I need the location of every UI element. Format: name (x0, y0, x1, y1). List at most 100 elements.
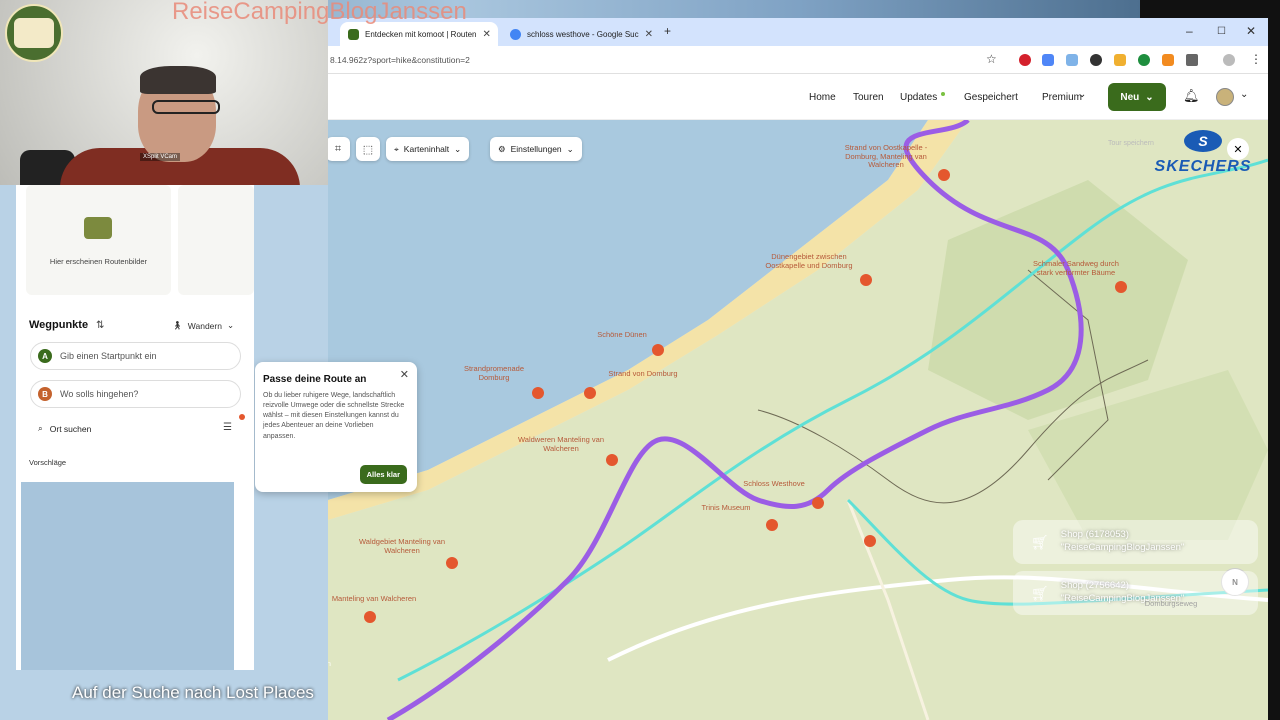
puzzle-extensions-icon[interactable] (1186, 54, 1198, 66)
search-icon: ⌕ (38, 423, 43, 433)
poi-label[interactable]: Schöne Dünen (590, 330, 654, 340)
minimize-button[interactable]: – (1186, 24, 1193, 38)
person-glasses (152, 100, 220, 114)
poi-label[interactable]: Dünengebiet zwischen Oostkapelle und Dom… (756, 252, 862, 270)
green-extension-icon[interactable] (1138, 54, 1150, 66)
avatar-chevron-down-icon[interactable]: ⌄ (1240, 89, 1248, 100)
url-text[interactable]: 8.14.962z?sport=hike&constitution=2 (330, 55, 470, 65)
end-point-placeholder: Wo solls hingehen? (60, 389, 139, 399)
poi-label[interactable]: Strandpromenade Domburg (456, 364, 532, 382)
tab-title: schloss westhove - Google Suc (527, 29, 639, 39)
map-content-button[interactable]: ⌖ Karteninhalt ⌄ (386, 137, 470, 161)
filter-sliders-icon[interactable]: ☰ (223, 422, 232, 433)
poi-marker (532, 387, 544, 399)
waypoint-b-badge: B (38, 387, 52, 401)
updates-dot-icon (941, 92, 945, 96)
shop-channel: "ReiseCampingBlogJanssen" (1060, 593, 1185, 604)
bell-icon[interactable]: 🔔︎ (1183, 88, 1200, 104)
map-settings-label: Einstellungen (510, 144, 562, 154)
maximize-button[interactable]: ☐ (1217, 26, 1226, 37)
reorder-arrows-icon[interactable]: ⇅ (96, 320, 104, 331)
chevron-down-icon: ⌄ (566, 143, 574, 154)
poi-label[interactable]: Strand von Oostkapelle - Domburg, Mantel… (836, 143, 936, 170)
new-button-label: Neu (1120, 91, 1140, 103)
route-images-placeholder-2 (178, 185, 254, 295)
shop-text: Shop (2756642) "ReiseCampingBlogJanssen" (1061, 580, 1184, 606)
hiker-icon: 🚶︎ (172, 320, 183, 330)
poi-label[interactable]: Schloss Westhove (732, 479, 816, 489)
route-images-placeholder: Hier erscheinen Routenbilder (26, 185, 171, 295)
search-place-label: Ort suchen (49, 423, 92, 434)
browser-menu-icon[interactable]: ⋮ (1250, 52, 1262, 66)
sport-label: Wandern (187, 320, 222, 331)
tab-close-icon[interactable]: ✕ (645, 29, 652, 40)
camper-van-icon (14, 18, 54, 48)
map-content-label: Karteninhalt (403, 144, 450, 154)
new-tab-button[interactable]: + (664, 24, 671, 38)
select-area-icon[interactable]: ⬚ (356, 137, 380, 161)
route-images-caption: Hier erscheinen Routenbilder (49, 257, 148, 266)
map-settings-button[interactable]: ⚙ Einstellungen ⌄ (490, 137, 582, 161)
search-place-button[interactable]: ⌕ Ort suchen (38, 423, 91, 434)
crop-icon[interactable]: ⌗ (328, 137, 350, 161)
nav-gespeichert[interactable]: Gespeichert (964, 92, 1018, 103)
video-subtitle: Auf der Suche nach Lost Places (72, 683, 314, 702)
nav-home[interactable]: Home (809, 92, 836, 103)
poi-marker (446, 557, 458, 569)
close-popup-icon[interactable]: ✕ (400, 368, 409, 381)
image-placeholder-icon (84, 217, 112, 239)
gear-icon: ⚙ (498, 143, 506, 154)
nav-premium[interactable]: Premium (1042, 92, 1082, 103)
profile-avatar-icon[interactable] (1223, 54, 1235, 66)
poi-marker (652, 344, 664, 356)
poi-label[interactable]: Manteling van Walcheren (328, 594, 422, 604)
nav-touren[interactable]: Touren (853, 92, 884, 103)
waypoints-title: Wegpunkte (29, 319, 89, 331)
poi-marker (938, 169, 950, 181)
poi-label[interactable]: Schmaler Sandweg durch stark verformter … (1026, 259, 1126, 277)
map-view[interactable]: ⌗ ⬚ ⌖ Karteninhalt ⌄ ⚙ Einstellungen ⌄ T… (328, 120, 1268, 720)
poi-marker (864, 535, 876, 547)
channel-logo (5, 4, 63, 62)
premium-chevron-down-icon: ⌄ (1078, 89, 1087, 100)
person-hair (140, 66, 216, 94)
poi-marker (1115, 281, 1127, 293)
poi-label[interactable]: Waldweren Manteling van Walcheren (516, 435, 606, 453)
channel-name-overlay: ReiseCampingBlogJanssen (172, 0, 467, 25)
translate-extension-icon[interactable] (1042, 54, 1054, 66)
sport-selector[interactable]: 🚶︎ Wandern ⌄ (172, 320, 234, 331)
google-favicon-icon (510, 28, 521, 40)
sync-extension-icon[interactable] (1090, 54, 1102, 66)
shop-text: Shop (6178053) "ReiseCampingBlogJanssen" (1061, 529, 1184, 555)
user-avatar[interactable] (1216, 88, 1234, 106)
opera-extension-icon[interactable] (1019, 54, 1031, 66)
poi-label[interactable]: Trinis Museum (686, 503, 766, 513)
address-bar[interactable]: 8.14.962z?sport=hike&constitution=2 ☆ ⋮ (328, 46, 1268, 74)
poi-marker (584, 387, 596, 399)
new-button[interactable]: Neu ⌄ (1108, 83, 1166, 111)
poi-marker (364, 611, 376, 623)
poi-marker (860, 274, 872, 286)
tab-google[interactable]: schloss westhove - Google Suc ✕ (502, 22, 652, 46)
start-point-field[interactable]: A Gib einen Startpunkt ein (30, 342, 241, 370)
chevron-down-icon: ⌄ (226, 320, 235, 330)
orange-extension-icon[interactable] (1162, 54, 1174, 66)
poi-label[interactable]: Strand von Domburg (600, 369, 686, 379)
end-point-field[interactable]: B Wo solls hingehen? (30, 380, 241, 408)
nav-updates[interactable]: Updates (900, 92, 937, 103)
suggestion-map-preview[interactable] (21, 482, 234, 670)
extension-icon[interactable] (1066, 54, 1078, 66)
poi-label[interactable]: Waldgebiet Manteling van Walcheren (354, 537, 450, 555)
map-canvas[interactable] (328, 120, 1268, 720)
cart-icon: 🛒︎ (1031, 584, 1049, 601)
alles-klar-button[interactable]: Alles klar (359, 465, 407, 484)
notification-dot-icon (239, 414, 245, 420)
pen-extension-icon[interactable] (1114, 54, 1126, 66)
tab-close-icon[interactable]: ✕ (482, 29, 490, 40)
close-window-button[interactable]: ✕ (1246, 24, 1256, 38)
shop-id: Shop (2756642) (1060, 580, 1129, 592)
komoot-header: Home Touren Updates Gespeichert Premium … (328, 74, 1268, 120)
map-layer-label[interactable]: Ebenen (328, 659, 348, 669)
bookmark-star-icon[interactable]: ☆ (986, 52, 997, 66)
cart-icon: 🛒︎ (1031, 533, 1049, 550)
